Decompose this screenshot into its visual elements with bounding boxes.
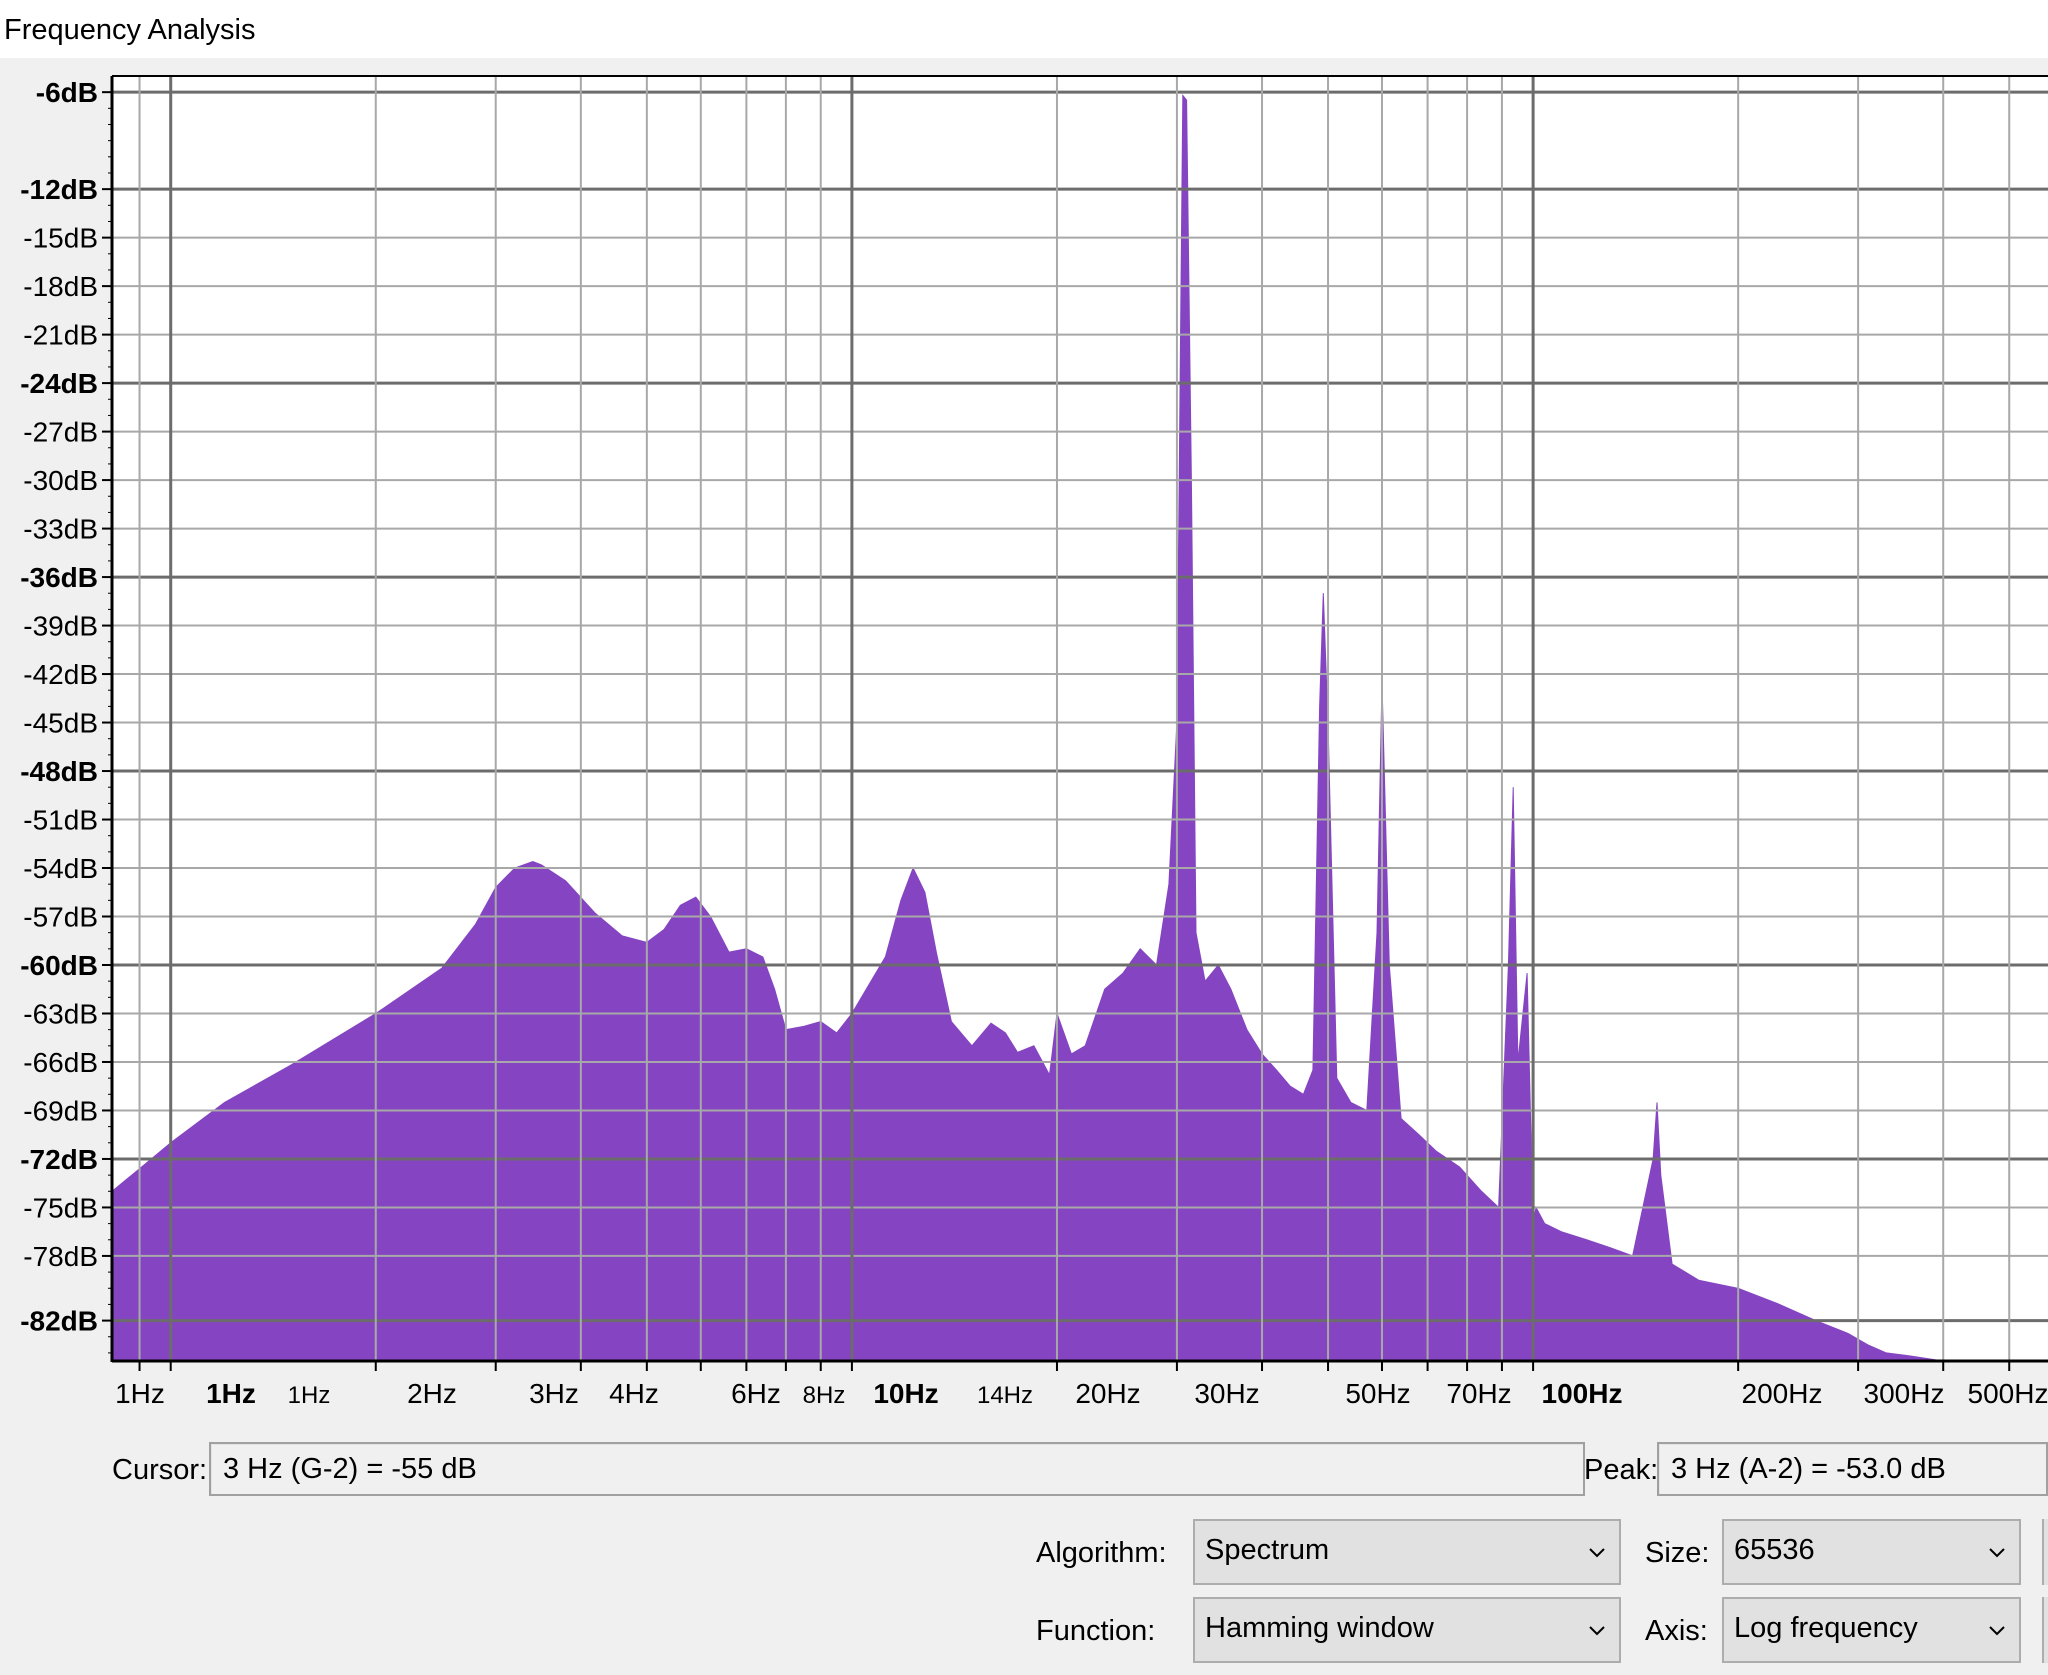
size-label: Size: <box>1645 1537 1710 1569</box>
y-tick-label: -75dB <box>23 1192 98 1223</box>
axis-select[interactable]: Log frequency <box>1722 1597 2021 1663</box>
spectrum-plot[interactable]: -6dB -12dB -15dB -18dB -21dB -24dB -27dB -30dB -… <box>0 58 2048 1435</box>
y-tick-label: -54dB <box>23 853 98 884</box>
window-title: Frequency Analysis <box>4 14 256 46</box>
y-tick-label: -69dB <box>23 1095 98 1126</box>
y-tick-label: -18dB <box>23 271 98 302</box>
chevron-down-icon <box>1989 1626 2005 1636</box>
y-tick-label: -33dB <box>23 514 98 545</box>
size-select[interactable]: 65536 <box>1722 1519 2021 1585</box>
function-select-value: Hamming window <box>1205 1612 1434 1644</box>
y-tick-label: -51dB <box>23 805 98 836</box>
algorithm-label: Algorithm: <box>1036 1537 1167 1569</box>
cursor-label: Cursor: <box>112 1454 208 1486</box>
axis-select-value: Log frequency <box>1734 1612 1918 1644</box>
x-tick-label: 10Hz <box>873 1378 938 1409</box>
chevron-down-icon <box>1589 1548 1605 1558</box>
y-tick-label: -15dB <box>23 223 98 254</box>
axis-label: Axis: <box>1645 1615 1708 1647</box>
x-tick-label: 1Hz <box>115 1378 165 1409</box>
x-tick-label: 1Hz <box>206 1378 256 1409</box>
x-tick-label: 200Hz <box>1742 1378 1823 1409</box>
x-tick-label: 6Hz <box>731 1378 781 1409</box>
spectrum-plot-area[interactable]: -6dB -12dB -15dB -18dB -21dB -24dB -27dB -30dB -… <box>0 58 2048 1435</box>
x-tick-label: 30Hz <box>1194 1378 1259 1409</box>
y-tick-label: -63dB <box>23 998 98 1029</box>
peak-readout-field: 3 Hz (A-2) = -53.0 dB <box>1657 1442 2048 1496</box>
x-tick-label: 20Hz <box>1075 1378 1140 1409</box>
y-tick-label: -39dB <box>23 611 98 642</box>
cursor-readout-field: 3 Hz (G-2) = -55 dB <box>209 1442 1585 1496</box>
peak-label: Peak: <box>1584 1454 1659 1486</box>
y-tick-label: -27dB <box>23 417 98 448</box>
y-tick-label: -66dB <box>23 1047 98 1078</box>
algorithm-select-value: Spectrum <box>1205 1534 1330 1566</box>
x-tick-label: 70Hz <box>1446 1378 1511 1409</box>
x-tick-label: 2Hz <box>407 1378 457 1409</box>
x-tick-label: 500Hz <box>1968 1378 2048 1409</box>
y-tick-label: -48dB <box>20 756 98 787</box>
y-axis: -6dB -12dB -15dB -18dB -21dB -24dB -27dB -30dB -… <box>20 76 114 1362</box>
y-tick-label: -78dB <box>23 1241 98 1272</box>
y-tick-label: -30dB <box>23 465 98 496</box>
y-tick-label: -24dB <box>20 368 98 399</box>
x-tick-label: 14Hz <box>977 1382 1033 1409</box>
chevron-down-icon <box>1989 1548 2005 1558</box>
y-tick-label: -36dB <box>20 562 98 593</box>
x-tick-label: 8Hz <box>803 1382 846 1409</box>
y-tick-label: -72dB <box>20 1144 98 1175</box>
y-tick-label: -57dB <box>23 902 98 933</box>
size-select-value: 65536 <box>1734 1534 1815 1566</box>
y-tick-label: -45dB <box>23 708 98 739</box>
y-tick-label: -82dB <box>20 1306 98 1337</box>
x-axis: 1Hz 1Hz 1Hz 2Hz 3Hz 4Hz 6Hz 8Hz 10Hz 14Hz 20Hz 30Hz… <box>112 1359 2048 1409</box>
function-label: Function: <box>1036 1615 1156 1647</box>
y-tick-label: -12dB <box>20 174 98 205</box>
function-select[interactable]: Hamming window <box>1193 1597 1621 1663</box>
y-tick-label: -6dB <box>36 77 98 108</box>
x-tick-label: 4Hz <box>609 1378 659 1409</box>
x-tick-label: 1Hz <box>288 1382 331 1409</box>
replot-button-edge[interactable] <box>2042 1597 2048 1663</box>
title-bar: Frequency Analysis <box>0 0 2048 58</box>
x-tick-label: 300Hz <box>1864 1378 1945 1409</box>
y-tick-label: -21dB <box>23 320 98 351</box>
y-tick-label: -60dB <box>20 950 98 981</box>
algorithm-select[interactable]: Spectrum <box>1193 1519 1621 1585</box>
y-tick-label: -42dB <box>23 659 98 690</box>
chevron-down-icon <box>1589 1626 1605 1636</box>
x-tick-label: 50Hz <box>1345 1378 1410 1409</box>
x-tick-label: 100Hz <box>1542 1378 1623 1409</box>
x-tick-label: 3Hz <box>529 1378 579 1409</box>
export-button-edge[interactable] <box>2042 1519 2048 1585</box>
